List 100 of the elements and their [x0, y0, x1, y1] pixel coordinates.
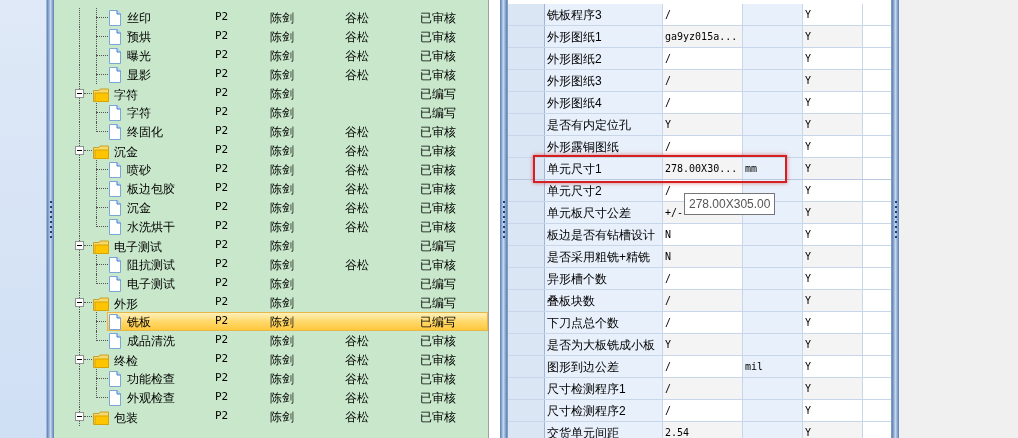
property-name-cell: 单元板尺寸公差	[545, 202, 663, 223]
author-cell-text: 陈剑	[270, 275, 294, 293]
check-cell: Y	[803, 378, 863, 399]
author-cell-text: 陈剑	[270, 218, 294, 236]
reviewer-cell-text: 谷松	[345, 351, 369, 369]
level-cell: P2	[215, 28, 229, 45]
property-name-cell: 图形到边公差	[545, 356, 663, 377]
level-cell: P2	[215, 85, 229, 102]
level-cell: P2	[215, 66, 229, 83]
property-name-cell: 铣板程序3	[545, 4, 663, 25]
author-cell-text: 陈剑	[270, 66, 294, 84]
reviewer-cell-text: 谷松	[345, 123, 369, 141]
status-cell-text: 已编写	[420, 313, 456, 331]
unit-cell: mm	[743, 158, 803, 179]
check-cell: Y	[803, 334, 863, 355]
author-cell-text: 陈剑	[270, 294, 294, 312]
reviewer-cell-text: 谷松	[345, 199, 369, 217]
check-cell: Y	[803, 290, 863, 311]
status-cell-text: 已审核	[420, 161, 456, 179]
status-cell-text: 已审核	[420, 142, 456, 160]
author-cell-text: 陈剑	[270, 142, 294, 160]
property-name-cell: 异形槽个数	[545, 268, 663, 289]
check-cell: Y	[803, 26, 863, 47]
author-cell-text: 陈剑	[270, 389, 294, 407]
status-cell-text: 已审核	[420, 66, 456, 84]
reviewer-cell-text: 谷松	[345, 389, 369, 407]
reviewer-cell-text: 谷松	[345, 28, 369, 46]
check-cell: Y	[803, 70, 863, 91]
author-cell-text: 陈剑	[270, 351, 294, 369]
author-cell-text: 陈剑	[270, 9, 294, 27]
check-cell: Y	[803, 202, 863, 223]
reviewer-cell-text: 谷松	[345, 9, 369, 27]
level-cell: P2	[215, 237, 229, 254]
check-cell: Y	[803, 268, 863, 289]
status-cell-text: 已编写	[420, 104, 456, 122]
status-cell-text: 已编写	[420, 237, 456, 255]
level-cell: P2	[215, 275, 229, 292]
property-name-cell: 板边是否有钻槽设计	[545, 224, 663, 245]
check-cell: Y	[803, 92, 863, 113]
status-cell-text: 已审核	[420, 389, 456, 407]
level-cell: P2	[215, 218, 229, 235]
check-cell: Y	[803, 114, 863, 135]
check-cell: Y	[803, 246, 863, 267]
status-cell-text: 已审核	[420, 218, 456, 236]
level-cell: P2	[215, 161, 229, 178]
level-cell: P2	[215, 256, 229, 273]
status-cell-text: 已审核	[420, 28, 456, 46]
author-cell-text: 陈剑	[270, 123, 294, 141]
author-cell-text: 陈剑	[270, 237, 294, 255]
status-cell-text: 已审核	[420, 332, 456, 350]
check-cell: Y	[803, 136, 863, 157]
property-name-cell: 是否为大板铣成小板	[545, 334, 663, 355]
unit-cell: mil	[743, 356, 803, 377]
level-cell: P2	[215, 47, 229, 64]
author-cell-text: 陈剑	[270, 161, 294, 179]
author-cell-text: 陈剑	[270, 313, 294, 331]
level-cell: P2	[215, 408, 229, 425]
author-cell-text: 陈剑	[270, 28, 294, 46]
author-cell-text: 陈剑	[270, 408, 294, 426]
reviewer-cell-text: 谷松	[345, 161, 369, 179]
property-name-cell: 外形图纸3	[545, 70, 663, 91]
property-name-cell: 外形图纸2	[545, 48, 663, 69]
author-cell-text: 陈剑	[270, 47, 294, 65]
author-cell-text: 陈剑	[270, 104, 294, 122]
level-cell: P2	[215, 123, 229, 140]
property-name-cell: 叠板块数	[545, 290, 663, 311]
property-name-cell: 单元尺寸1	[545, 158, 663, 179]
property-name-cell: 是否有内定位孔	[545, 114, 663, 135]
author-cell-text: 陈剑	[270, 256, 294, 274]
property-name-cell: 交货单元间距	[545, 422, 663, 438]
level-cell: P2	[215, 370, 229, 387]
level-cell: P2	[215, 351, 229, 368]
reviewer-cell-text: 谷松	[345, 370, 369, 388]
status-cell-text: 已审核	[420, 123, 456, 141]
property-name-cell: 单元尺寸2	[545, 180, 663, 201]
level-cell: P2	[215, 389, 229, 406]
level-cell: P2	[215, 9, 229, 26]
level-cell: P2	[215, 199, 229, 216]
level-cell: P2	[215, 104, 229, 121]
reviewer-cell-text: 谷松	[345, 47, 369, 65]
status-cell-text: 已审核	[420, 47, 456, 65]
status-cell-text: 已审核	[420, 351, 456, 369]
status-cell-text: 已审核	[420, 180, 456, 198]
check-cell: Y	[803, 4, 863, 25]
level-cell: P2	[215, 142, 229, 159]
author-cell-text: 陈剑	[270, 85, 294, 103]
status-cell-text: 已审核	[420, 370, 456, 388]
author-cell-text: 陈剑	[270, 180, 294, 198]
author-cell-text: 陈剑	[270, 332, 294, 350]
property-name-cell: 外形图纸1	[545, 26, 663, 47]
tooltip: 278.00X305.00	[684, 193, 776, 215]
property-name-cell: 是否采用粗铣+精铣	[545, 246, 663, 267]
level-cell: P2	[215, 294, 229, 311]
status-cell-text: 已审核	[420, 408, 456, 426]
check-cell: Y	[803, 356, 863, 377]
reviewer-cell-text: 谷松	[345, 66, 369, 84]
reviewer-cell-text: 谷松	[345, 408, 369, 426]
reviewer-cell-text: 谷松	[345, 180, 369, 198]
level-cell: P2	[215, 332, 229, 349]
author-cell-text: 陈剑	[270, 199, 294, 217]
